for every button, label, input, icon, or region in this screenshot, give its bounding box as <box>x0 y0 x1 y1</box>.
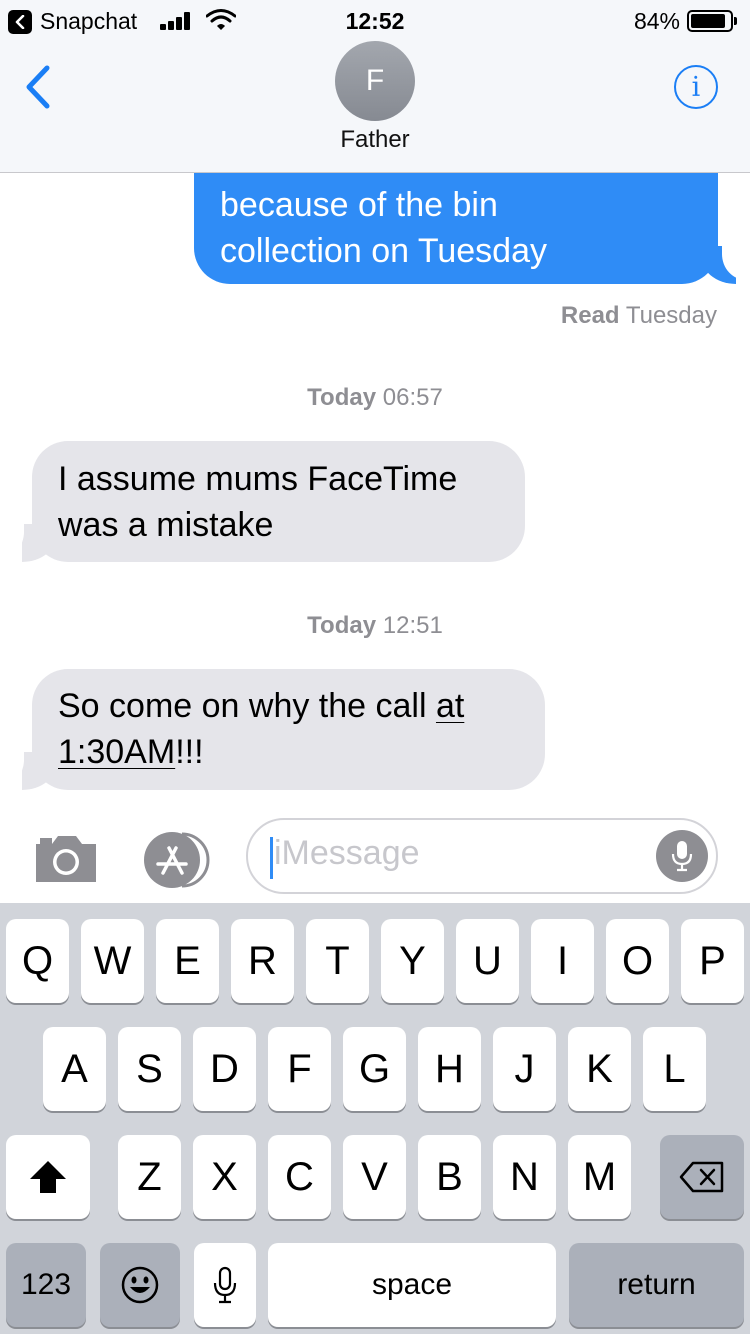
message-line: So come on why the call at <box>58 683 519 729</box>
key-w[interactable]: W <box>81 919 144 1003</box>
shift-icon <box>30 1161 66 1193</box>
timestamp-day: Today <box>307 612 377 639</box>
delete-icon <box>679 1161 724 1193</box>
key-t[interactable]: T <box>306 919 369 1003</box>
key-u[interactable]: U <box>456 919 519 1003</box>
read-receipt: Read Tuesday <box>561 302 717 330</box>
info-icon-glyph: i <box>691 71 701 103</box>
message-line: 1:30AM!!! <box>58 729 519 775</box>
key-e[interactable]: E <box>156 919 219 1003</box>
incoming-message-bubble[interactable]: So come on why the call at 1:30AM!!! <box>32 669 545 790</box>
key-l[interactable]: L <box>643 1027 706 1111</box>
key-d[interactable]: D <box>193 1027 256 1111</box>
bubble-tail-mask <box>0 518 24 558</box>
space-key[interactable]: space <box>268 1243 556 1327</box>
message-input-bar: iMessage <box>0 805 750 903</box>
key-z[interactable]: Z <box>118 1135 181 1219</box>
message-line: was a mistake <box>58 506 274 544</box>
delete-key[interactable] <box>660 1135 744 1219</box>
text-cursor <box>270 837 273 879</box>
key-q[interactable]: Q <box>6 919 69 1003</box>
microphone-icon[interactable] <box>656 830 708 882</box>
contact-avatar[interactable]: F <box>335 41 415 121</box>
timestamp-time: 06:57 <box>382 384 443 411</box>
key-h[interactable]: H <box>418 1027 481 1111</box>
message-line: because of the bin <box>220 186 498 224</box>
contact-name[interactable]: Father <box>0 126 750 154</box>
imessage-input[interactable]: iMessage <box>246 818 718 894</box>
key-y[interactable]: Y <box>381 919 444 1003</box>
message-text: So come on why the call <box>58 687 436 725</box>
battery-percent: 84% <box>633 8 680 34</box>
imessage-placeholder: iMessage <box>274 834 420 872</box>
key-i[interactable]: I <box>531 919 594 1003</box>
key-s[interactable]: S <box>118 1027 181 1111</box>
key-m[interactable]: M <box>568 1135 631 1219</box>
key-g[interactable]: G <box>343 1027 406 1111</box>
camera-icon[interactable] <box>32 830 100 886</box>
key-o[interactable]: O <box>606 919 669 1003</box>
incoming-message-bubble[interactable]: I assume mums FaceTime was a mistake <box>32 441 525 562</box>
message-line: I assume mums FaceTime <box>58 460 458 498</box>
key-p[interactable]: P <box>681 919 744 1003</box>
timestamp-divider: Today 06:57 <box>0 384 750 412</box>
back-chevron-icon[interactable] <box>22 64 54 110</box>
dictation-icon <box>213 1266 237 1304</box>
read-receipt-label: Read <box>560 302 620 329</box>
keyboard: Q W E R T Y U I O P A S D F G H J K L Z … <box>0 903 750 1334</box>
conversation-header: Snapchat 12:52 84% F Father i <box>0 0 750 173</box>
shift-key[interactable] <box>6 1135 90 1219</box>
return-key[interactable]: return <box>569 1243 744 1327</box>
app-store-icon[interactable] <box>138 830 214 890</box>
timestamp-divider: Today 12:51 <box>0 612 750 640</box>
key-f[interactable]: F <box>268 1027 331 1111</box>
status-bar: Snapchat 12:52 84% <box>0 0 750 40</box>
timestamp-time: 12:51 <box>382 612 443 639</box>
message-line: collection on Tuesday <box>220 232 547 270</box>
key-k[interactable]: K <box>568 1027 631 1111</box>
dictation-key[interactable] <box>194 1243 256 1327</box>
battery-icon <box>687 10 737 32</box>
read-receipt-day: Tuesday <box>625 302 717 329</box>
bubble-tail-mask <box>0 746 24 786</box>
timestamp-day: Today <box>307 384 377 411</box>
key-n[interactable]: N <box>493 1135 556 1219</box>
detected-time-link[interactable]: 1:30AM <box>58 733 175 771</box>
key-r[interactable]: R <box>231 919 294 1003</box>
key-v[interactable]: V <box>343 1135 406 1219</box>
key-b[interactable]: B <box>418 1135 481 1219</box>
numbers-key[interactable]: 123 <box>6 1243 86 1327</box>
key-a[interactable]: A <box>43 1027 106 1111</box>
emoji-icon <box>121 1266 159 1304</box>
info-icon[interactable]: i <box>674 65 718 109</box>
detected-date-link[interactable]: at <box>436 687 464 725</box>
key-j[interactable]: J <box>493 1027 556 1111</box>
key-c[interactable]: C <box>268 1135 331 1219</box>
message-text: !!! <box>175 733 204 771</box>
avatar-initial: F <box>365 64 385 97</box>
emoji-key[interactable] <box>100 1243 180 1327</box>
key-x[interactable]: X <box>193 1135 256 1219</box>
